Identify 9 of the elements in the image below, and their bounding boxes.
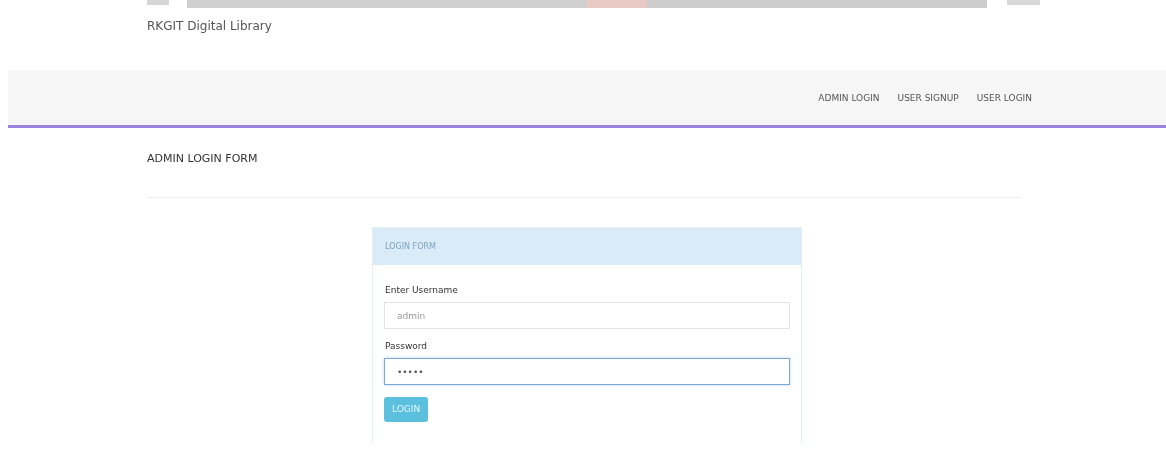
panel-title: LOGIN FORM: [385, 242, 436, 251]
input-field[interactable]: •••••: [384, 358, 790, 385]
field-label: Enter Username: [385, 285, 458, 295]
site-title: RKGIT Digital Library: [147, 19, 272, 33]
page-heading: ADMIN LOGIN FORM: [147, 152, 258, 165]
field-label: Password: [385, 341, 428, 351]
nav-link[interactable]: USER SIGNUP: [897, 91, 959, 105]
nav-link[interactable]: USER LOGIN: [976, 91, 1032, 105]
nav-link[interactable]: ADMIN LOGIN: [818, 91, 880, 105]
